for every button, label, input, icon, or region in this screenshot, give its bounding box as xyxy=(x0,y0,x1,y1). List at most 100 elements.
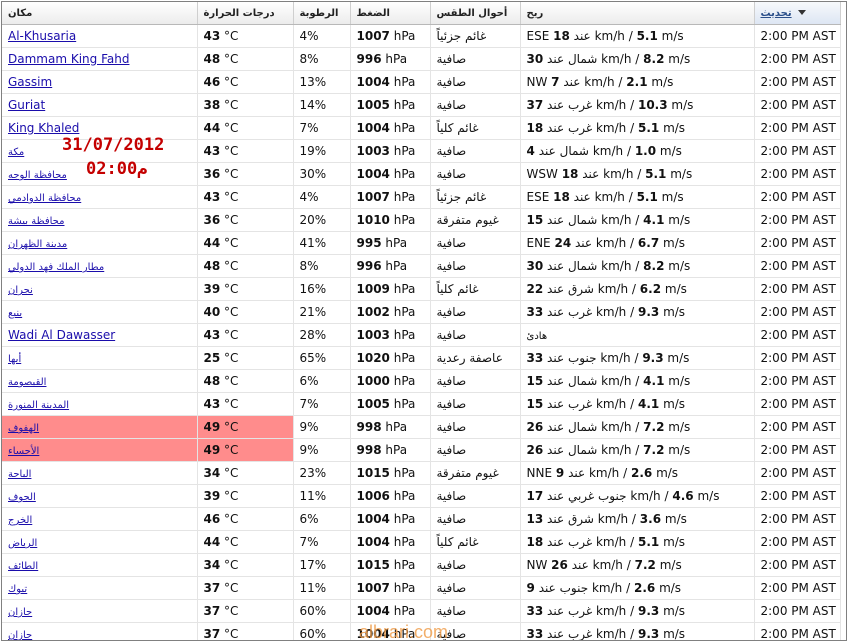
place-link[interactable]: الأحساء xyxy=(8,446,39,457)
place-link[interactable]: Al-Khusaria xyxy=(8,29,76,43)
cell-condition: صافية xyxy=(430,70,521,94)
wind-speed-kmh: 33 xyxy=(526,305,544,319)
cell-humidity: 7% xyxy=(293,392,351,416)
place-link[interactable]: محافظة الدوادمي xyxy=(8,193,81,204)
wind-speed-kmh: 33 xyxy=(526,604,544,618)
col-header-humidity[interactable]: الرطوبة xyxy=(293,2,351,25)
annotation-date: 31/07/2012 xyxy=(62,135,165,155)
temp-unit: °C xyxy=(224,52,239,66)
pressure-value: 1007 xyxy=(356,581,390,595)
cell-updated: 2:00 PM AST xyxy=(754,553,841,577)
wind-separator: / xyxy=(635,420,640,434)
wind-direction: NW xyxy=(526,558,548,572)
temp-value: 25 xyxy=(203,351,221,365)
place-link[interactable]: القيصومة xyxy=(8,377,46,388)
cell-place: جازان xyxy=(2,622,198,640)
temp-unit: °C xyxy=(224,604,239,618)
place-link[interactable]: مكة xyxy=(8,147,24,158)
cell-condition: غيوم متفرقة xyxy=(430,461,521,485)
wind-direction: غرب xyxy=(567,98,593,112)
place-link[interactable]: جازان xyxy=(8,607,32,618)
place-link[interactable]: الباحة xyxy=(8,469,31,480)
place-link[interactable]: نجران xyxy=(8,285,33,296)
cell-temp: 48 °C xyxy=(197,369,294,393)
place-link[interactable]: الهفوف xyxy=(8,423,39,434)
wind-speed-ms: 3.6 xyxy=(639,512,662,526)
cell-temp: 34 °C xyxy=(197,461,294,485)
wind-unit-ms: m/s xyxy=(656,466,679,480)
pressure-unit: hPa xyxy=(393,466,416,480)
col-header-condition[interactable]: أحوال الطقس xyxy=(430,2,521,25)
cell-wind: غرب عند 37 km/h / 10.3 m/s xyxy=(520,93,755,117)
cell-place: محافظة الدوادمي xyxy=(2,185,198,209)
cell-humidity: 4% xyxy=(293,185,351,209)
wind-separator: / xyxy=(635,374,640,388)
place-link[interactable]: الجوف xyxy=(8,492,36,503)
wind-speed-ms: 1.0 xyxy=(634,144,657,158)
place-link[interactable]: Wadi Al Dawasser xyxy=(8,328,115,342)
place-link[interactable]: تبوك xyxy=(8,584,27,595)
wind-speed-ms: 7.2 xyxy=(643,420,665,434)
cell-temp: 37 °C xyxy=(197,622,294,641)
wind-near-label: عند xyxy=(547,535,565,549)
cell-place: الهفوف xyxy=(2,415,198,439)
cell-place: Wadi Al Dawasser xyxy=(2,323,198,347)
cell-condition: صافية xyxy=(430,392,521,416)
cell-place: Dammam King Fahd xyxy=(2,47,198,71)
humidity-value: 16% xyxy=(299,282,327,296)
place-link[interactable]: King Khaled xyxy=(8,121,79,135)
place-link[interactable]: أبها xyxy=(8,354,21,365)
cell-humidity: 30% xyxy=(293,162,351,186)
wind-near-label: عند xyxy=(568,466,586,480)
wind-unit-kmh: km/h xyxy=(601,443,632,457)
pressure-unit: hPa xyxy=(393,351,416,365)
col-header-wind[interactable]: ريح xyxy=(520,2,755,25)
wind-direction: شرق xyxy=(567,282,594,296)
cell-pressure: 1007 hPa xyxy=(350,185,431,209)
temp-value: 38 xyxy=(203,98,221,112)
place-link[interactable]: Dammam King Fahd xyxy=(8,52,129,66)
place-link[interactable]: الخرج xyxy=(8,515,32,526)
place-link[interactable]: Gassim xyxy=(8,75,52,89)
cell-place: الجوف xyxy=(2,484,198,508)
cell-place: الرياض xyxy=(2,530,198,554)
col-header-updated[interactable]: تحديث xyxy=(754,2,841,25)
place-link[interactable]: محافظة بيشة xyxy=(8,216,64,227)
pressure-unit: hPa xyxy=(393,328,416,342)
cell-temp: 25 °C xyxy=(197,346,294,370)
place-link[interactable]: محافظة الوجه xyxy=(8,170,67,181)
wind-unit-ms: m/s xyxy=(664,512,687,526)
updated-time: 2:00 PM AST xyxy=(760,374,836,388)
place-link[interactable]: الطائف xyxy=(8,561,38,572)
updated-time: 2:00 PM AST xyxy=(760,420,836,434)
place-link[interactable]: جازان xyxy=(8,630,32,640)
wind-speed-kmh: 15 xyxy=(526,374,544,388)
col-header-pressure[interactable]: الضغط xyxy=(350,2,431,25)
humidity-value: 13% xyxy=(299,75,327,89)
humidity-value: 8% xyxy=(299,259,319,273)
cell-updated: 2:00 PM AST xyxy=(754,369,841,393)
cell-place: محافظة بيشة xyxy=(2,208,198,232)
place-link[interactable]: الرياض xyxy=(8,538,37,549)
temp-unit: °C xyxy=(224,351,239,365)
place-link[interactable]: مدينة الظهران xyxy=(8,239,67,250)
humidity-value: 7% xyxy=(299,535,319,549)
temp-unit: °C xyxy=(224,535,239,549)
col-header-place[interactable]: مكان xyxy=(2,2,198,25)
temp-value: 37 xyxy=(203,627,221,641)
cell-humidity: 9% xyxy=(293,415,351,439)
wind-speed-ms: 2.1 xyxy=(626,75,648,89)
pressure-unit: hPa xyxy=(393,144,416,158)
cell-humidity: 8% xyxy=(293,47,351,71)
cell-pressure: 1006 hPa xyxy=(350,484,431,508)
place-link[interactable]: Guriat xyxy=(8,98,45,112)
place-link[interactable]: المدينة المنورة xyxy=(8,400,69,411)
cell-pressure: 998 hPa xyxy=(350,415,431,439)
col-header-temp[interactable]: درجات الحرارة xyxy=(197,2,294,25)
updated-time: 2:00 PM AST xyxy=(760,512,836,526)
wind-unit-ms: m/s xyxy=(651,75,674,89)
place-link[interactable]: مطار الملك فهد الدولي xyxy=(8,262,104,273)
place-link[interactable]: ينبع xyxy=(8,308,22,319)
cell-updated: 2:00 PM AST xyxy=(754,162,841,186)
cell-condition: صافية xyxy=(430,323,521,347)
